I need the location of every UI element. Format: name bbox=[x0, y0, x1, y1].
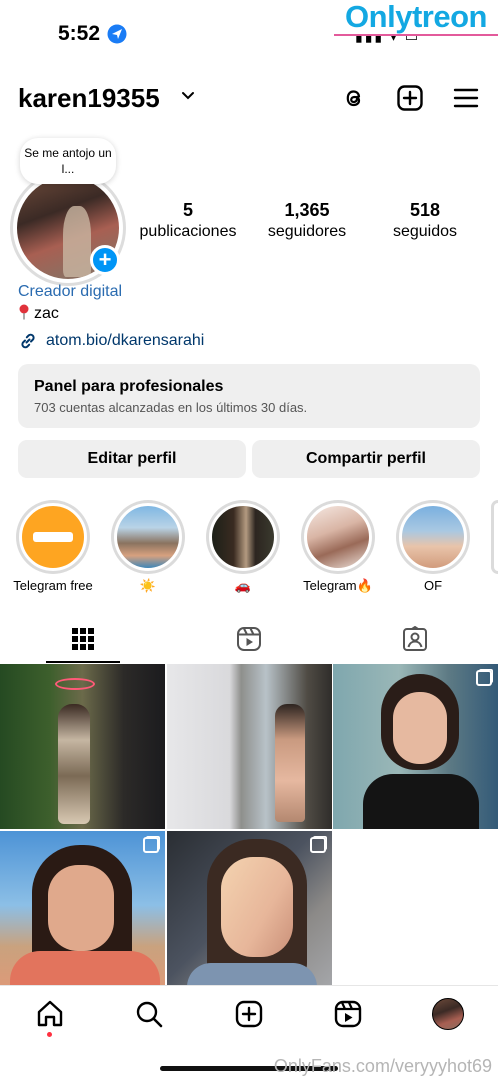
note-bubble[interactable]: Se me antojo un l... bbox=[20, 138, 116, 184]
highlight-cover bbox=[19, 503, 87, 571]
post-face bbox=[221, 857, 293, 957]
watermark-top-text: Onlytreon bbox=[345, 0, 487, 34]
highlight-label: Telegram free bbox=[13, 578, 93, 593]
highlight-ring bbox=[301, 500, 375, 574]
grid-post-2[interactable] bbox=[167, 664, 332, 829]
tagged-tab[interactable] bbox=[332, 616, 498, 662]
stat-following-value: 518 bbox=[409, 200, 441, 220]
watermark-top: Onlytreon bbox=[334, 0, 498, 36]
profile-bio: zac bbox=[18, 304, 59, 323]
location-arrow-icon bbox=[107, 24, 127, 44]
pin-icon bbox=[19, 304, 29, 320]
stat-followers[interactable]: 1,365 seguidores bbox=[262, 200, 352, 241]
profile-link[interactable]: atom.bio/dkarensarahi bbox=[18, 331, 204, 351]
post-figure bbox=[275, 704, 305, 822]
multi-photo-icon bbox=[143, 837, 159, 853]
highlight-telegram-free[interactable]: Telegram free bbox=[13, 500, 93, 593]
highlight-cover bbox=[114, 503, 182, 571]
stat-following-label: seguidos bbox=[392, 223, 458, 240]
link-icon bbox=[21, 333, 35, 349]
post-face bbox=[48, 865, 114, 951]
highlight-cover bbox=[209, 503, 277, 571]
highlight-of[interactable]: OF bbox=[396, 500, 470, 593]
grid-icon bbox=[72, 628, 94, 650]
reels-tab[interactable] bbox=[166, 616, 332, 662]
grid-post-4[interactable] bbox=[0, 831, 165, 996]
posts-grid-tab[interactable] bbox=[0, 616, 166, 662]
highlight-ring bbox=[111, 500, 185, 574]
status-time: 5:52 bbox=[58, 22, 101, 45]
highlight-label: OF bbox=[423, 578, 443, 593]
post-top bbox=[363, 774, 479, 829]
stat-posts[interactable]: 5 publicaciones bbox=[136, 200, 240, 241]
pro-panel-subtitle: 703 cuentas alcanzadas en los últimos 30… bbox=[34, 400, 308, 415]
profile-tabs bbox=[0, 616, 498, 663]
profile-avatar-nav[interactable] bbox=[432, 998, 464, 1030]
bottom-navigation bbox=[0, 985, 498, 1045]
highlight-label: 🚗 bbox=[234, 578, 252, 593]
edit-profile-button[interactable]: Editar perfil bbox=[18, 440, 246, 478]
multi-photo-icon bbox=[476, 670, 492, 686]
reels-icon bbox=[237, 627, 261, 651]
grid-post-5[interactable] bbox=[167, 831, 332, 996]
active-tab-indicator bbox=[46, 661, 120, 663]
chevron-down-icon[interactable] bbox=[180, 88, 196, 104]
profile-category: Creador digital bbox=[18, 283, 123, 300]
reels-nav-icon[interactable] bbox=[332, 998, 364, 1030]
highlight-ring bbox=[396, 500, 470, 574]
tagged-person-icon bbox=[403, 626, 427, 651]
pro-panel-title: Panel para profesionales bbox=[34, 378, 224, 395]
highlight-sun[interactable]: ☀️ bbox=[111, 500, 185, 594]
stat-followers-label: seguidores bbox=[267, 223, 347, 240]
create-post-icon[interactable] bbox=[396, 84, 424, 112]
post-figure bbox=[58, 704, 90, 824]
highlight-car[interactable]: 🚗 bbox=[206, 500, 280, 594]
highlight-ring bbox=[16, 500, 90, 574]
highlight-label: Telegram🔥 bbox=[303, 578, 373, 593]
highlight-cover bbox=[304, 503, 372, 571]
stat-posts-label: publicaciones bbox=[139, 223, 237, 240]
menu-icon[interactable] bbox=[452, 84, 480, 112]
home-icon[interactable] bbox=[34, 998, 66, 1030]
add-story-button[interactable]: + bbox=[90, 245, 120, 275]
highlight-label: ☀️ bbox=[139, 578, 157, 593]
create-icon[interactable] bbox=[233, 998, 265, 1030]
username-switcher[interactable]: karen19355 bbox=[18, 83, 160, 114]
post-neon-ring bbox=[55, 678, 95, 690]
grid-post-3[interactable] bbox=[333, 664, 498, 829]
multi-photo-icon bbox=[310, 837, 326, 853]
bio-text: zac bbox=[34, 305, 59, 322]
stat-posts-value: 5 bbox=[182, 200, 193, 220]
profile-link-text: atom.bio/dkarensarahi bbox=[46, 332, 205, 349]
professional-dashboard[interactable]: Panel para profesionales 703 cuentas alc… bbox=[18, 364, 480, 428]
highlight-ring bbox=[206, 500, 280, 574]
highlight-cover bbox=[399, 503, 467, 571]
telegram-badge-shape bbox=[33, 532, 73, 542]
share-profile-button[interactable]: Compartir perfil bbox=[252, 440, 480, 478]
profile-header: karen19355 bbox=[0, 78, 498, 118]
highlight-telegram-fire[interactable]: Telegram🔥 bbox=[301, 500, 375, 594]
threads-icon[interactable] bbox=[340, 84, 368, 112]
stat-following[interactable]: 518 seguidos bbox=[386, 200, 464, 241]
highlight-overflow-edge bbox=[491, 500, 498, 574]
stat-followers-value: 1,365 bbox=[284, 200, 330, 220]
search-icon[interactable] bbox=[133, 998, 165, 1030]
grid-post-1[interactable] bbox=[0, 664, 165, 829]
notification-dot bbox=[47, 1032, 52, 1037]
post-face bbox=[393, 692, 447, 764]
watermark-bottom: OnlyFans.com/veryyyhot69 bbox=[273, 1056, 492, 1076]
